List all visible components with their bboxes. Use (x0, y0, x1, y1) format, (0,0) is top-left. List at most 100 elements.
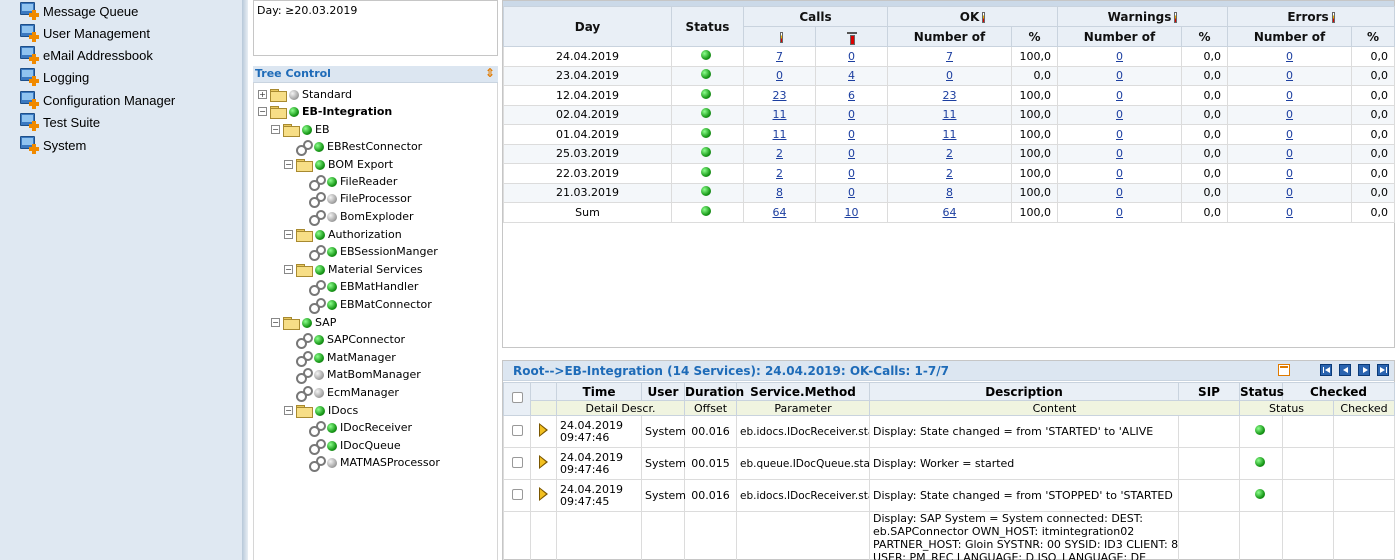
nav-item-message-queue[interactable]: Message Queue (20, 1, 138, 21)
ok-number-cell-value[interactable]: 11 (943, 128, 957, 141)
calls-ok-cell[interactable]: 64 (743, 202, 816, 223)
warnings-number-cell-value[interactable]: 0 (1116, 108, 1123, 121)
calls-other-cell-value[interactable]: 10 (845, 206, 859, 219)
tree-node[interactable]: − EB (271, 121, 330, 138)
warnings-number-cell[interactable]: 0 (1057, 182, 1182, 203)
ok-number-cell[interactable]: 11 (887, 124, 1012, 145)
ok-number-cell-value[interactable]: 11 (943, 108, 957, 121)
nav-item-user-management[interactable]: User Management (20, 23, 150, 43)
warnings-number-cell[interactable]: 0 (1057, 143, 1182, 164)
calls-other-cell-value[interactable]: 0 (848, 128, 855, 141)
ok-number-cell[interactable]: 64 (887, 202, 1012, 223)
col-time[interactable]: Time (556, 382, 642, 401)
col-calls-sort-icon[interactable] (815, 26, 888, 47)
ok-number-cell-value[interactable]: 2 (946, 167, 953, 180)
warnings-number-cell-value[interactable]: 0 (1116, 147, 1123, 160)
col-user[interactable]: User (641, 382, 685, 401)
col-errors-number[interactable]: Number of (1227, 26, 1353, 47)
calls-ok-cell-value[interactable]: 0 (776, 69, 783, 82)
calls-other-cell[interactable]: 0 (815, 124, 888, 145)
col-warnings-number[interactable]: Number of (1057, 26, 1182, 47)
calls-ok-cell[interactable]: 8 (743, 182, 816, 203)
warnings-number-cell[interactable]: 0 (1057, 124, 1182, 145)
ok-number-cell-value[interactable]: 0 (946, 69, 953, 82)
ok-number-cell[interactable]: 23 (887, 85, 1012, 106)
calls-other-cell-value[interactable]: 6 (848, 89, 855, 102)
collapse-icon[interactable]: − (284, 406, 293, 415)
tree-node[interactable]: MATMASProcessor (309, 454, 440, 472)
nav-item-configuration-manager[interactable]: Configuration Manager (20, 90, 175, 110)
ok-number-cell-value[interactable]: 2 (946, 147, 953, 160)
errors-number-cell-value[interactable]: 0 (1286, 206, 1293, 219)
nav-item-logging[interactable]: Logging (20, 67, 89, 87)
collapse-icon[interactable]: − (284, 265, 293, 274)
errors-number-cell-value[interactable]: 0 (1286, 167, 1293, 180)
errors-number-cell-value[interactable]: 0 (1286, 89, 1293, 102)
calls-other-cell-value[interactable]: 0 (848, 108, 855, 121)
calls-other-cell[interactable]: 4 (815, 65, 888, 86)
tree-node[interactable]: − IDocs (284, 402, 358, 419)
warnings-number-cell-value[interactable]: 0 (1116, 186, 1123, 199)
tree-node[interactable]: − EB-Integration (258, 103, 392, 120)
collapse-icon[interactable]: − (284, 160, 293, 169)
warnings-number-cell-value[interactable]: 0 (1116, 69, 1123, 82)
tree-node[interactable]: IDocQueue (309, 437, 401, 455)
col-status[interactable]: Status (671, 6, 744, 47)
col-ok-number[interactable]: Number of (887, 26, 1012, 47)
collapse-icon[interactable]: − (271, 125, 280, 134)
calls-ok-cell-value[interactable]: 11 (773, 128, 787, 141)
last-page-icon[interactable] (1377, 364, 1389, 376)
tree-node[interactable]: MatManager (296, 349, 396, 367)
errors-number-cell[interactable]: 0 (1227, 85, 1353, 106)
calls-ok-cell-value[interactable]: 11 (773, 108, 787, 121)
col-day[interactable]: Day (503, 6, 672, 47)
calls-ok-cell[interactable]: 2 (743, 143, 816, 164)
warnings-number-cell-value[interactable]: 0 (1116, 206, 1123, 219)
tree-node[interactable]: − BOM Export (284, 156, 393, 173)
ok-number-cell-value[interactable]: 7 (946, 50, 953, 63)
calls-ok-cell[interactable]: 7 (743, 46, 816, 67)
errors-number-cell[interactable]: 0 (1227, 163, 1353, 184)
calls-ok-cell-value[interactable]: 2 (776, 147, 783, 160)
collapse-icon[interactable]: − (271, 318, 280, 327)
tree-node[interactable]: − Material Services (284, 261, 423, 278)
calls-ok-cell[interactable]: 2 (743, 163, 816, 184)
calls-ok-cell[interactable]: 11 (743, 104, 816, 125)
col-errors[interactable]: Errors (1227, 6, 1396, 27)
tree-node[interactable]: BomExploder (309, 208, 414, 226)
errors-number-cell[interactable]: 0 (1227, 202, 1353, 223)
col-sip[interactable]: SIP (1178, 382, 1240, 401)
errors-number-cell[interactable]: 0 (1227, 65, 1353, 86)
errors-number-cell-value[interactable]: 0 (1286, 108, 1293, 121)
errors-number-cell-value[interactable]: 0 (1286, 69, 1293, 82)
col-warnings[interactable]: Warnings (1056, 6, 1229, 27)
calls-other-cell[interactable]: 0 (815, 46, 888, 67)
tree-node[interactable]: EBMatConnector (309, 296, 432, 314)
errors-number-cell-value[interactable]: 0 (1286, 128, 1293, 141)
tree-node[interactable]: − Authorization (284, 226, 402, 243)
calls-other-cell[interactable]: 6 (815, 85, 888, 106)
ok-number-cell[interactable]: 11 (887, 104, 1012, 125)
warnings-number-cell[interactable]: 0 (1057, 65, 1182, 86)
tree-node[interactable]: IDocReceiver (309, 419, 412, 437)
previous-page-icon[interactable] (1339, 364, 1351, 376)
expand-arrow-icon[interactable] (538, 487, 549, 501)
warnings-number-cell[interactable]: 0 (1057, 46, 1182, 67)
ok-number-cell[interactable]: 7 (887, 46, 1012, 67)
calls-ok-cell-value[interactable]: 64 (773, 206, 787, 219)
next-page-icon[interactable] (1358, 364, 1370, 376)
first-page-icon[interactable] (1320, 364, 1332, 376)
calls-ok-cell-value[interactable]: 7 (776, 50, 783, 63)
col-calls[interactable]: Calls (743, 6, 888, 27)
ok-number-cell[interactable]: 2 (887, 143, 1012, 164)
warnings-number-cell-value[interactable]: 0 (1116, 167, 1123, 180)
calls-ok-cell[interactable]: 0 (743, 65, 816, 86)
tree-node[interactable]: FileReader (309, 173, 397, 191)
tree-node[interactable]: SAPConnector (296, 331, 405, 349)
warnings-number-cell[interactable]: 0 (1057, 85, 1182, 106)
warnings-number-cell-value[interactable]: 0 (1116, 89, 1123, 102)
calls-other-cell[interactable]: 0 (815, 182, 888, 203)
col-status[interactable]: Status (1239, 382, 1284, 401)
calls-ok-cell[interactable]: 11 (743, 124, 816, 145)
warnings-number-cell-value[interactable]: 0 (1116, 50, 1123, 63)
